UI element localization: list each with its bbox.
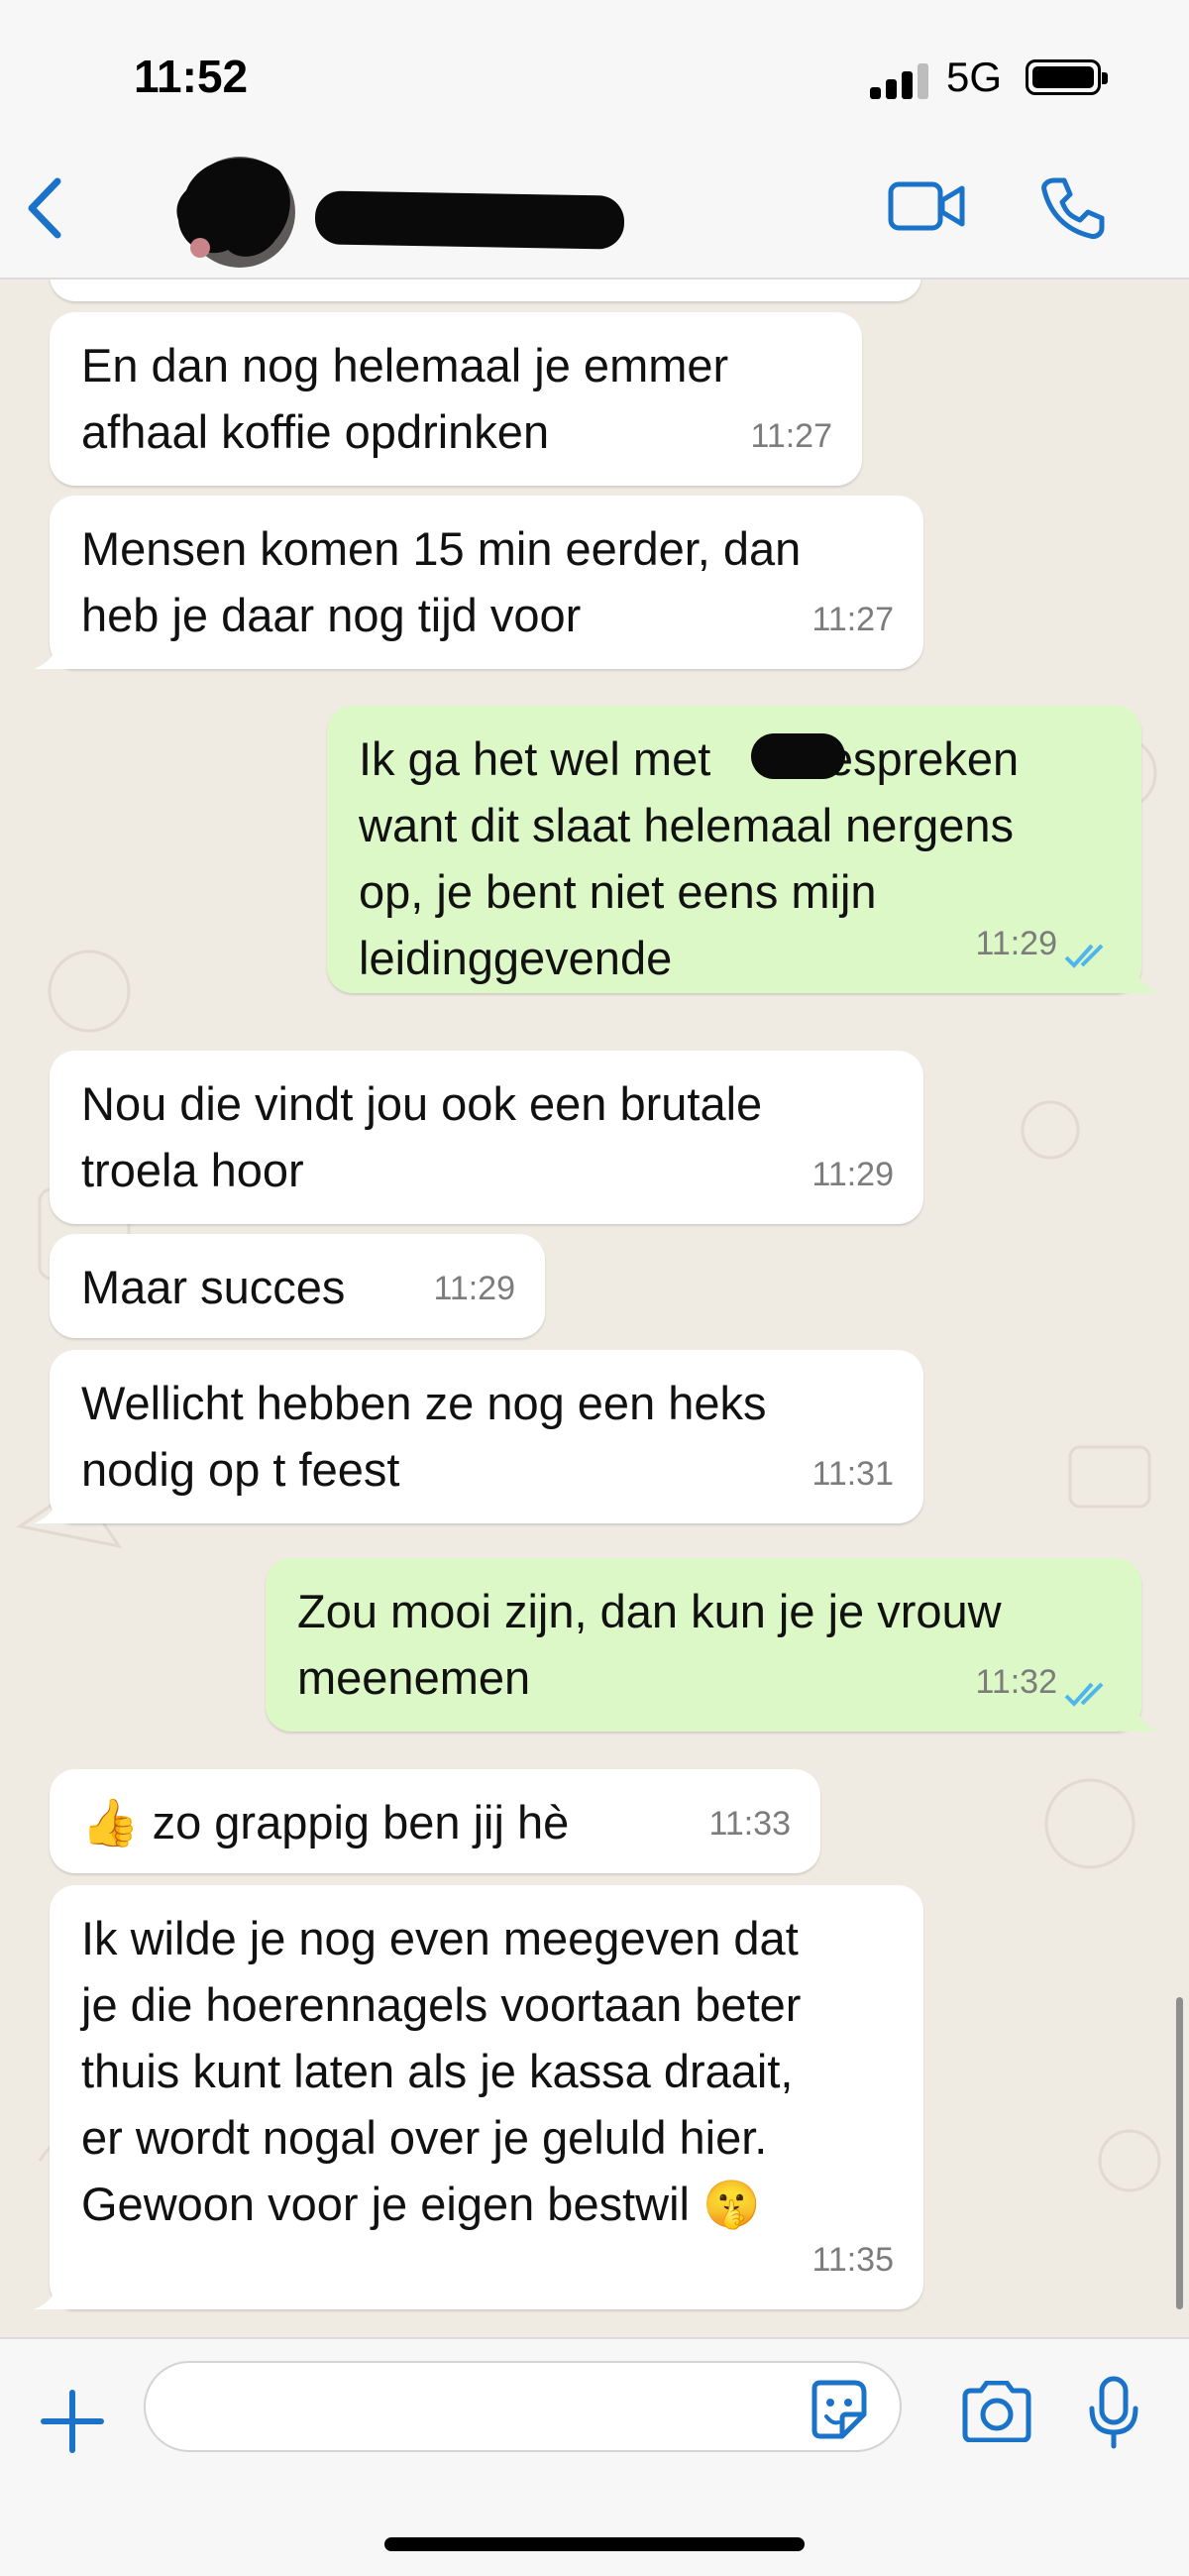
message-bubble-incoming[interactable]: Mensen komen 15 min eerder, dan heb je d… bbox=[34, 496, 923, 669]
message-bubble-incoming[interactable]: Ik wilde je nog even meegeven dat je die… bbox=[34, 1885, 923, 2309]
message-bubble-incoming[interactable]: 👍 zo grappig ben jij hè 11:33 bbox=[50, 1769, 820, 1873]
message-time: 11:33 bbox=[708, 1805, 791, 1843]
voice-call-icon[interactable] bbox=[1040, 174, 1106, 245]
message-time: 11:31 bbox=[811, 1455, 894, 1493]
bubble-tail bbox=[1120, 1702, 1159, 1732]
message-bubble-incoming[interactable]: Maar succes 11:29 bbox=[50, 1234, 545, 1338]
message-input[interactable] bbox=[144, 2361, 902, 2452]
bubble-tail bbox=[34, 2280, 73, 2309]
home-indicator[interactable] bbox=[384, 2537, 805, 2551]
message-time: 11:27 bbox=[811, 601, 894, 638]
message-time: 11:29 bbox=[433, 1270, 515, 1307]
message-text: En dan nog helemaal je emmer afhaal koff… bbox=[81, 339, 729, 458]
message-text: 👍 zo grappig ben jij hè bbox=[81, 1796, 570, 1848]
message-time: 11:29 bbox=[975, 925, 1057, 962]
back-button[interactable] bbox=[20, 173, 69, 248]
read-ticks-icon bbox=[1064, 1682, 1104, 1707]
scroll-indicator[interactable] bbox=[1176, 1997, 1183, 2309]
contact-name-redacted[interactable] bbox=[314, 190, 625, 250]
message-time: 11:29 bbox=[811, 1156, 894, 1193]
message-text: Maar succes bbox=[81, 1261, 346, 1313]
battery-icon bbox=[1026, 59, 1108, 95]
message-bubble-incoming[interactable]: Nou die vindt jou ook een brutale troela… bbox=[50, 1051, 923, 1224]
read-ticks-icon bbox=[1064, 944, 1104, 968]
message-bubble-incoming[interactable]: Wellicht hebben ze nog een heks nodig op… bbox=[34, 1350, 923, 1523]
message-bubble-incoming[interactable]: En dan nog helemaal je emmer afhaal koff… bbox=[50, 312, 862, 486]
message-time: 11:32 bbox=[975, 1663, 1057, 1701]
status-time: 11:52 bbox=[134, 51, 249, 102]
composer-bar bbox=[0, 2337, 1189, 2576]
message-bubble-partial[interactable] bbox=[50, 278, 921, 301]
bubble-tail bbox=[34, 639, 73, 669]
sticker-icon[interactable] bbox=[805, 2377, 870, 2447]
message-text: Nou die vindt jou ook een brutale troela… bbox=[81, 1077, 763, 1196]
top-bar: 11:52 5G bbox=[0, 0, 1189, 280]
video-call-icon[interactable] bbox=[887, 176, 966, 241]
bubble-tail bbox=[34, 1494, 73, 1523]
bubble-tail bbox=[1120, 963, 1159, 993]
message-text: Zou mooi zijn, dan kun je je vrouw meene… bbox=[297, 1585, 1002, 1704]
redacted-name bbox=[751, 733, 845, 779]
chat-area[interactable]: En dan nog helemaal je emmer afhaal koff… bbox=[0, 278, 1189, 2337]
contact-avatar[interactable] bbox=[168, 151, 297, 268]
camera-icon[interactable] bbox=[959, 2380, 1034, 2447]
message-bubble-outgoing[interactable]: Zou mooi zijn, dan kun je je vrouw meene… bbox=[266, 1558, 1159, 1732]
network-type: 5G bbox=[946, 54, 1003, 100]
message-time: 11:27 bbox=[750, 417, 832, 455]
message-text: Wellicht hebben ze nog een heks nodig op… bbox=[81, 1377, 767, 1496]
microphone-icon[interactable] bbox=[1087, 2375, 1140, 2455]
signal-icon bbox=[870, 61, 929, 99]
message-text: Ik ga het wel met bespreken want dit sla… bbox=[359, 732, 1020, 984]
message-text: Ik wilde je nog even meegeven dat je die… bbox=[81, 1912, 802, 2230]
attach-plus-icon[interactable] bbox=[38, 2387, 107, 2461]
message-text: Mensen komen 15 min eerder, dan heb je d… bbox=[81, 522, 802, 641]
message-time: 11:35 bbox=[811, 2241, 894, 2279]
message-bubble-outgoing[interactable]: Ik ga het wel met bespreken want dit sla… bbox=[327, 706, 1159, 993]
